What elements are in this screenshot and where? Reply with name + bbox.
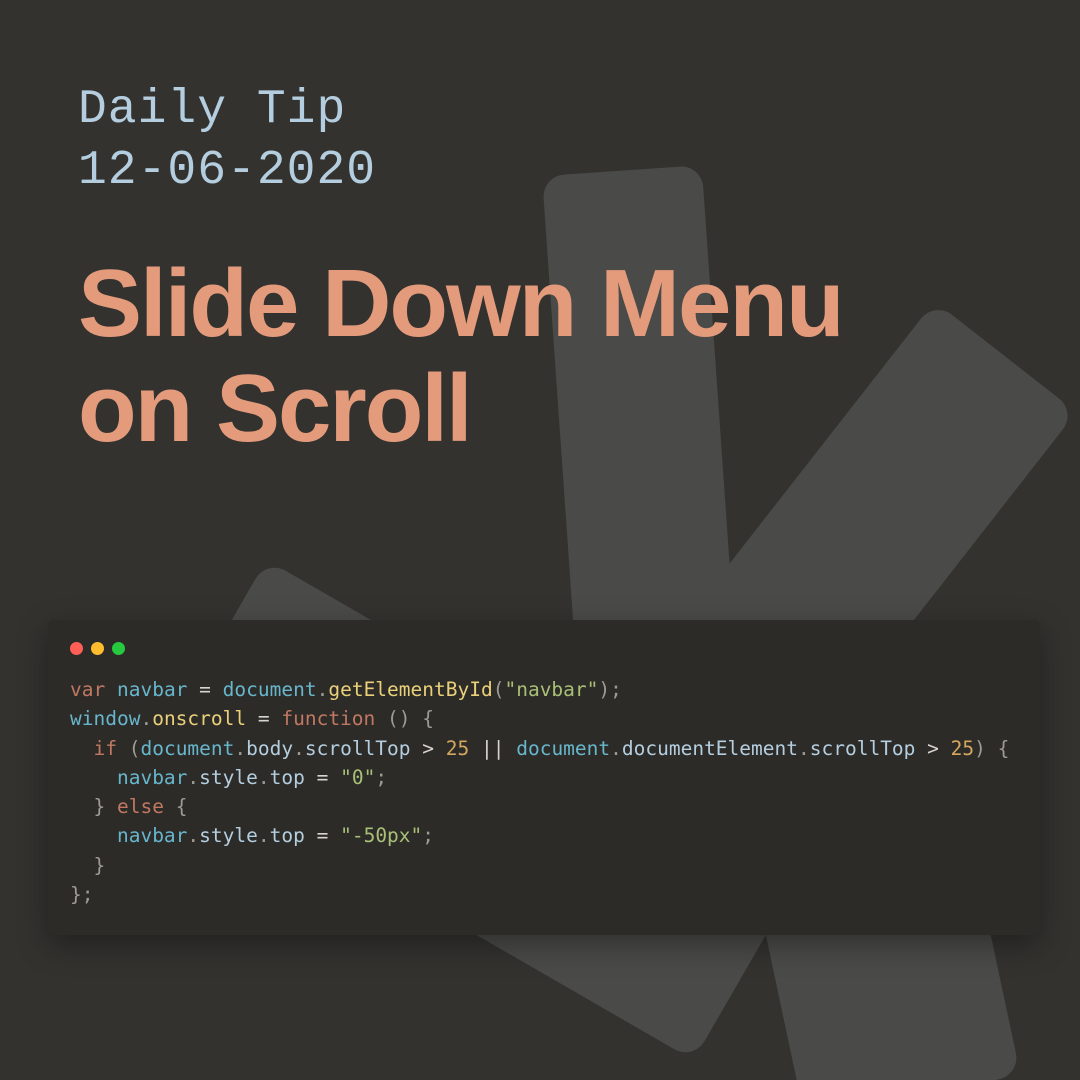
rparen: ): [399, 707, 422, 730]
op-eq: =: [305, 824, 340, 847]
num-25b: 25: [951, 737, 974, 760]
op-eq: =: [187, 678, 222, 701]
rparen-brace: ) {: [974, 737, 1009, 760]
dot: .: [234, 737, 246, 760]
indent: [70, 737, 93, 760]
op-or: ||: [469, 737, 516, 760]
indent: [70, 854, 93, 877]
close-icon: [70, 642, 83, 655]
prop-scrolltop: scrollTop: [305, 737, 411, 760]
fn-gebi: getElementById: [328, 678, 492, 701]
prop-style: style: [199, 766, 258, 789]
lbrace: {: [422, 707, 434, 730]
indent: [70, 766, 117, 789]
rbrace: }: [93, 795, 105, 818]
indent: [70, 824, 117, 847]
maximize-icon: [112, 642, 125, 655]
kw-else: else: [105, 795, 175, 818]
subtitle: Daily Tip 12-06-2020: [78, 80, 1002, 203]
prop-style: style: [199, 824, 258, 847]
semi: ;: [82, 883, 94, 906]
semi: ;: [375, 766, 387, 789]
dot: .: [798, 737, 810, 760]
subtitle-label: Daily Tip: [78, 83, 346, 137]
dot: .: [187, 766, 199, 789]
id-window: window: [70, 707, 140, 730]
window-controls: [70, 642, 1018, 655]
prop-top: top: [270, 766, 305, 789]
indent: [70, 795, 93, 818]
dot: .: [610, 737, 622, 760]
num-25: 25: [446, 737, 469, 760]
rbrace: }: [93, 854, 105, 877]
op-gt: >: [915, 737, 950, 760]
id-document: document: [516, 737, 610, 760]
str-0: "0": [340, 766, 375, 789]
subtitle-date: 12-06-2020: [78, 144, 376, 198]
dot: .: [258, 824, 270, 847]
semi: ;: [422, 824, 434, 847]
dot: .: [317, 678, 329, 701]
title: Slide Down Menu on Scroll: [78, 251, 1002, 462]
str-m50: "-50px": [340, 824, 422, 847]
code-window: var navbar = document.getElementById("na…: [48, 620, 1040, 935]
dot: .: [258, 766, 270, 789]
prop-top: top: [270, 824, 305, 847]
rparen: ): [598, 678, 610, 701]
id-document: document: [223, 678, 317, 701]
kw-var: var: [70, 678, 105, 701]
id-navbar: navbar: [117, 678, 187, 701]
lbrace: {: [176, 795, 188, 818]
code-block: var navbar = document.getElementById("na…: [70, 675, 1018, 909]
op-eq: =: [246, 707, 281, 730]
op-eq: =: [305, 766, 340, 789]
dot: .: [293, 737, 305, 760]
lparen: (: [129, 737, 141, 760]
header: Daily Tip 12-06-2020 Slide Down Menu on …: [0, 0, 1080, 462]
id-navbar: navbar: [117, 824, 187, 847]
prop-docel: documentElement: [622, 737, 798, 760]
dot: .: [140, 707, 152, 730]
prop-scrolltop: scrollTop: [810, 737, 916, 760]
op-gt: >: [411, 737, 446, 760]
lparen: (: [493, 678, 505, 701]
minimize-icon: [91, 642, 104, 655]
title-line2: on Scroll: [78, 355, 471, 462]
prop-onscroll: onscroll: [152, 707, 246, 730]
title-line1: Slide Down Menu: [78, 250, 843, 357]
id-document: document: [140, 737, 234, 760]
kw-function: function: [281, 707, 375, 730]
rbrace: }: [70, 883, 82, 906]
prop-body: body: [246, 737, 293, 760]
kw-if: if: [93, 737, 116, 760]
id-navbar: navbar: [117, 766, 187, 789]
str-navbar: "navbar": [504, 678, 598, 701]
semi: ;: [610, 678, 622, 701]
dot: .: [187, 824, 199, 847]
lparen: (: [375, 707, 398, 730]
